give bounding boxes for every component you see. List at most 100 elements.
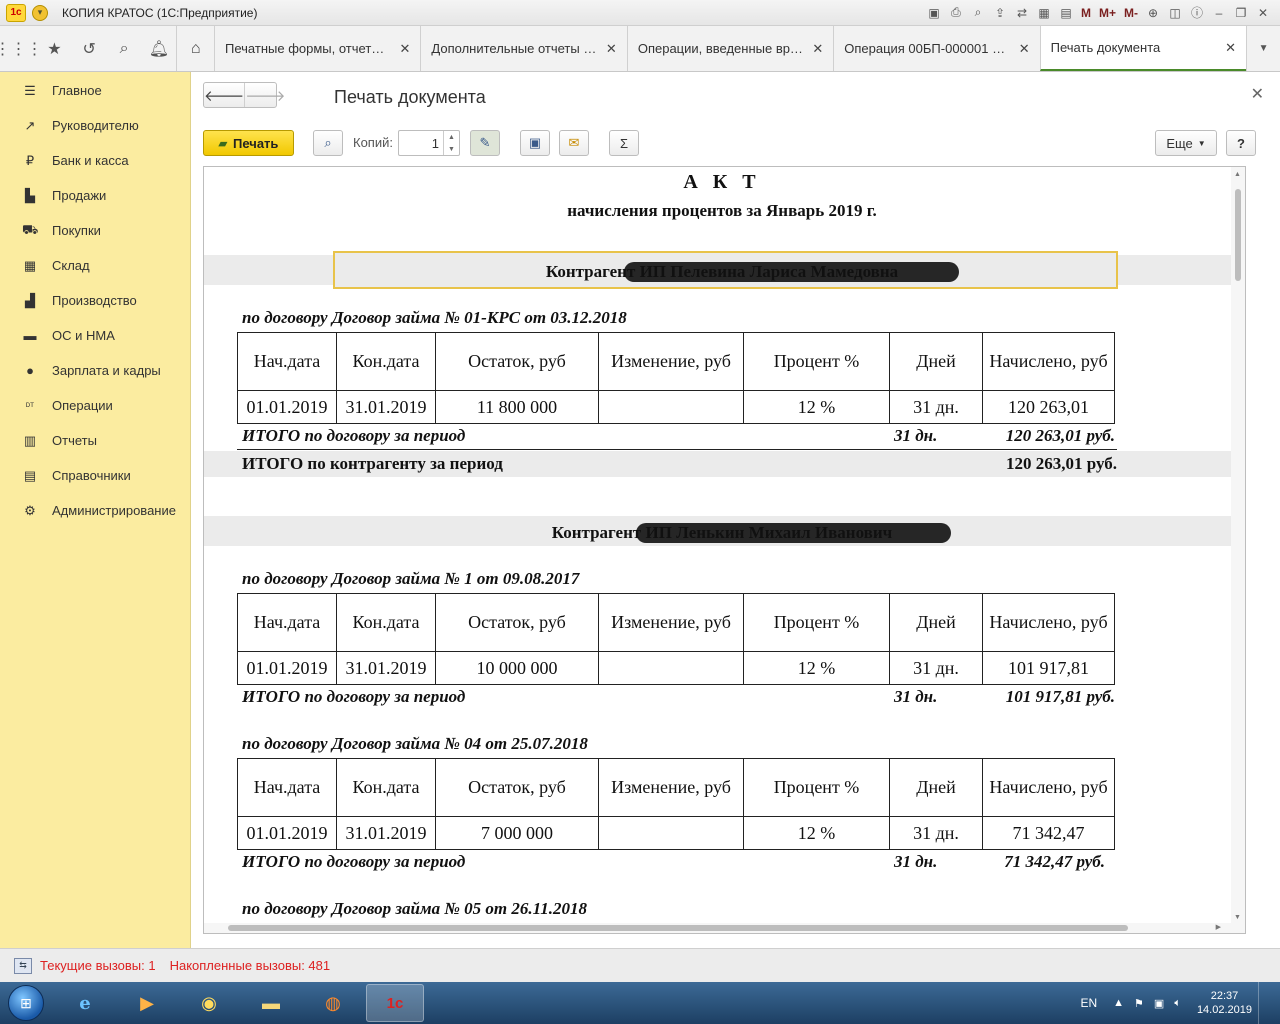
1c-app-icon[interactable]: 1с [366, 984, 424, 1022]
restore-icon[interactable]: ❐ [1232, 4, 1250, 22]
memory-minus-button[interactable]: M- [1122, 4, 1140, 22]
sidebar-item-salary[interactable]: ● Зарплата и кадры [0, 353, 190, 388]
help-button[interactable]: ? [1226, 130, 1256, 156]
sidebar-item-sales[interactable]: ▙ Продажи [0, 178, 190, 213]
print-icon[interactable]: ⎙ [947, 4, 965, 22]
edit-mode-button[interactable]: ✎ [470, 130, 500, 156]
explorer-folder-icon[interactable]: ▬ [242, 984, 300, 1022]
windows-logo-icon: ⊞ [8, 985, 44, 1021]
tray-expand-icon[interactable]: ▲ [1113, 997, 1124, 1009]
sum-button[interactable]: Σ [609, 130, 639, 156]
data-table: Нач.дата Кон.дата Остаток, руб Изменение… [237, 593, 1115, 685]
scroll-right-icon[interactable]: ▶ [1216, 923, 1221, 931]
close-form-icon[interactable]: ✕ [1251, 84, 1264, 104]
firefox-icon[interactable]: ◍ [304, 984, 362, 1022]
minimize-icon[interactable]: – [1210, 4, 1228, 22]
close-tab-icon[interactable]: ✕ [606, 41, 617, 57]
sidebar-item-admin[interactable]: ⚙ Администрирование [0, 493, 190, 528]
close-tab-icon[interactable]: ✕ [1019, 41, 1030, 57]
back-arrow-icon[interactable]: 🡐 [204, 83, 244, 107]
scroll-thumb[interactable] [228, 925, 1128, 931]
copies-value[interactable]: 1 [399, 136, 443, 151]
media-player-icon[interactable]: ▶ [118, 984, 176, 1022]
sidebar-item-label: Администрирование [52, 503, 176, 518]
save-icon[interactable]: ▣ [925, 4, 943, 22]
document-frame[interactable]: А К Т начисления процентов за Январь 201… [203, 166, 1246, 934]
sidebar-item-manager[interactable]: ↗ Руководителю [0, 108, 190, 143]
tab-operation[interactable]: Операция 00БП-000001 от 3... ✕ [833, 26, 1039, 71]
spin-down-icon[interactable]: ▼ [448, 146, 455, 153]
clock[interactable]: 22:37 14.02.2019 [1197, 989, 1252, 1017]
scroll-up-icon[interactable]: ▲ [1234, 171, 1241, 178]
calculator-icon[interactable]: ▦ [1035, 4, 1053, 22]
sidebar-item-label: Руководителю [52, 118, 139, 133]
sidebar-item-assets[interactable]: ▬ ОС и НМА [0, 318, 190, 353]
copies-stepper[interactable]: 1 ▲ ▼ [398, 130, 460, 156]
close-tab-icon[interactable]: ✕ [1225, 40, 1236, 56]
close-tab-icon[interactable]: ✕ [400, 41, 411, 57]
zoom-icon[interactable]: ⊕ [1144, 4, 1162, 22]
network-icon[interactable]: ▣ [1154, 997, 1164, 1010]
tab-print-document[interactable]: Печать документа ✕ [1039, 26, 1247, 71]
vertical-scrollbar[interactable]: ▲ ▼ [1231, 167, 1245, 925]
tab-manual-operations[interactable]: Операции, введенные вруч... ✕ [626, 26, 833, 71]
sidebar-item-bank[interactable]: ₽ Банк и касса [0, 143, 190, 178]
tabs-dropdown-icon[interactable]: ▼ [1246, 26, 1280, 71]
calendar-icon[interactable]: ▤ [1057, 4, 1075, 22]
sidebar-item-purchases[interactable]: ⛟ Покупки [0, 213, 190, 248]
close-tab-icon[interactable]: ✕ [812, 41, 823, 57]
flag-icon[interactable]: ⚑ [1134, 997, 1144, 1010]
sidebar-item-production[interactable]: ▟ Производство [0, 283, 190, 318]
info-icon[interactable]: ⓘ [1188, 4, 1206, 22]
table-cell: 01.01.2019 [237, 390, 337, 424]
sidebar-item-directories[interactable]: ▤ Справочники [0, 458, 190, 493]
memory-plus-button[interactable]: M+ [1097, 4, 1118, 22]
chrome-icon[interactable]: ◉ [180, 984, 238, 1022]
column-header: Изменение, руб [598, 332, 744, 391]
sidebar-item-label: Банк и касса [52, 153, 129, 168]
main-menu-icon[interactable]: ▾ [32, 4, 48, 21]
show-desktop-button[interactable] [1258, 982, 1270, 1024]
favorites-star-icon[interactable]: ★ [37, 26, 72, 71]
volume-icon[interactable]: 🔈︎ [1174, 997, 1181, 1010]
forward-arrow-icon[interactable]: 🡒 [244, 83, 285, 107]
apps-grid-icon[interactable]: ⋮⋮⋮ [0, 26, 43, 71]
bell-icon[interactable]: 🔔︎ [141, 26, 176, 71]
home-icon[interactable]: ⌂ [176, 26, 214, 71]
history-icon[interactable]: ↺ [72, 26, 107, 71]
sidebar-item-operations[interactable]: ᴰᵀ Операции [0, 388, 190, 423]
preview-icon[interactable]: ⌕ [969, 4, 987, 22]
more-button[interactable]: Еще ▼ [1155, 130, 1217, 156]
panel-icon[interactable]: ◫ [1166, 4, 1184, 22]
scroll-thumb[interactable] [1235, 189, 1241, 281]
sidebar-item-warehouse[interactable]: ▦ Склад [0, 248, 190, 283]
search-icon[interactable]: ⌕ [107, 26, 142, 71]
calls-icon[interactable]: ⇆ [14, 957, 32, 974]
email-button[interactable]: ✉ [559, 130, 589, 156]
ie-icon[interactable]: e [56, 984, 114, 1022]
print-button-label: Печать [233, 135, 279, 151]
save-file-button[interactable]: ▣ [520, 130, 550, 156]
scroll-down-icon[interactable]: ▼ [1234, 914, 1241, 921]
sidebar-item-reports[interactable]: ▥ Отчеты [0, 423, 190, 458]
attach-icon[interactable]: ⇪ [991, 4, 1009, 22]
contract-title: по договору Договор займа № 01-КРС от 03… [242, 308, 627, 327]
tab-print-forms[interactable]: Печатные формы, отчеты и ... ✕ [214, 26, 420, 71]
start-button[interactable]: ⊞ [0, 982, 52, 1024]
preview-button[interactable]: ⌕ [313, 130, 343, 156]
close-window-icon[interactable]: ✕ [1254, 4, 1272, 22]
tab-additional-reports[interactable]: Дополнительные отчеты и о... ✕ [420, 26, 626, 71]
contract-total-sum: 101 917,81 руб. [1005, 687, 1115, 706]
horizontal-scrollbar[interactable]: ▶ [204, 923, 1245, 933]
memory-m-button[interactable]: M [1079, 4, 1093, 22]
sidebar-item-label: Справочники [52, 468, 131, 483]
cart-icon: ⛟ [22, 221, 39, 237]
spin-up-icon[interactable]: ▲ [448, 134, 455, 141]
sidebar-item-main[interactable]: ☰ Главное [0, 73, 190, 108]
copies-spin[interactable]: ▲ ▼ [443, 131, 459, 155]
link-icon[interactable]: ⇄ [1013, 4, 1031, 22]
tab-bar: ⋮⋮⋮ ★ ↺ ⌕ 🔔︎ ⌂ Печатные формы, отчеты и … [0, 26, 1280, 72]
print-button[interactable]: ▰ Печать [203, 130, 294, 156]
sidebar-item-label: Операции [52, 398, 113, 413]
language-indicator[interactable]: EN [1080, 996, 1097, 1010]
